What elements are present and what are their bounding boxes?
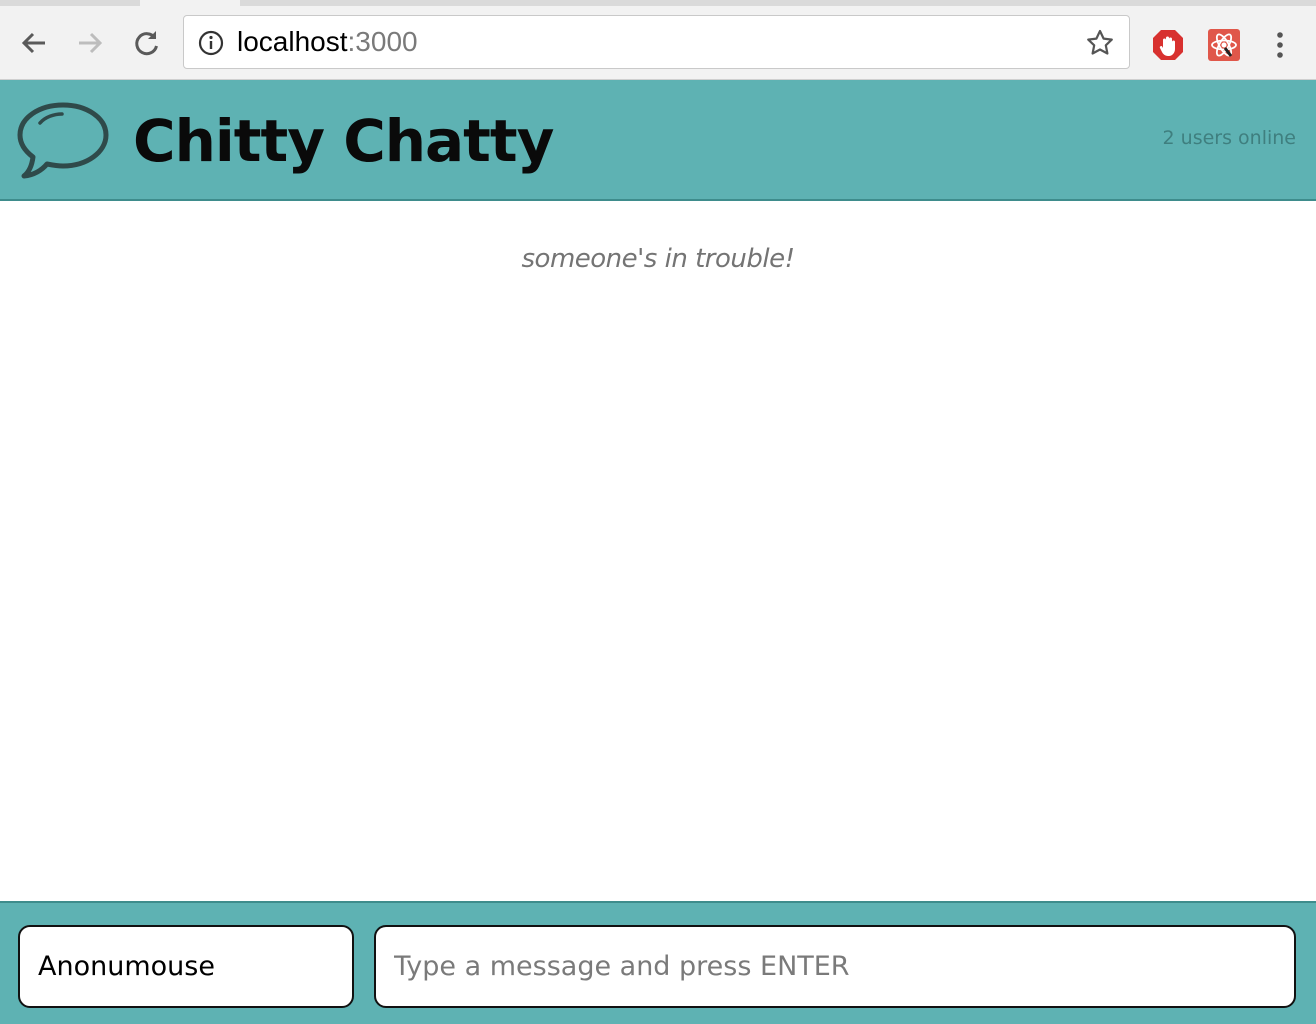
reload-button[interactable] — [131, 28, 161, 58]
system-message: someone's in trouble! — [521, 244, 796, 274]
forward-button[interactable] — [75, 28, 105, 58]
menu-dots-icon[interactable] — [1266, 28, 1294, 62]
reload-icon — [135, 31, 158, 56]
app-navbar: Chitty Chatty 2 users online — [0, 80, 1316, 201]
message-list: someone's in trouble! — [0, 201, 1316, 901]
address-bar[interactable]: localhost:3000 — [183, 15, 1130, 69]
url-port: :3000 — [347, 26, 418, 57]
users-online-count: 2 users online — [1162, 127, 1296, 149]
info-icon[interactable] — [198, 30, 224, 56]
chatbar — [0, 901, 1316, 1024]
forward-arrow-icon — [79, 32, 103, 54]
app-title: Chitty Chatty — [133, 107, 554, 175]
react-devtools-icon[interactable] — [1207, 28, 1241, 62]
back-arrow-icon — [21, 32, 45, 54]
speech-bubble-icon — [17, 102, 109, 179]
username-input[interactable] — [18, 925, 354, 1008]
star-icon[interactable] — [1085, 28, 1115, 58]
back-button[interactable] — [19, 28, 49, 58]
url-text: localhost:3000 — [237, 26, 418, 58]
url-host: localhost — [237, 26, 348, 57]
browser-toolbar: localhost:3000 — [0, 6, 1316, 80]
message-input[interactable] — [374, 925, 1296, 1008]
adblock-icon[interactable] — [1151, 28, 1185, 62]
